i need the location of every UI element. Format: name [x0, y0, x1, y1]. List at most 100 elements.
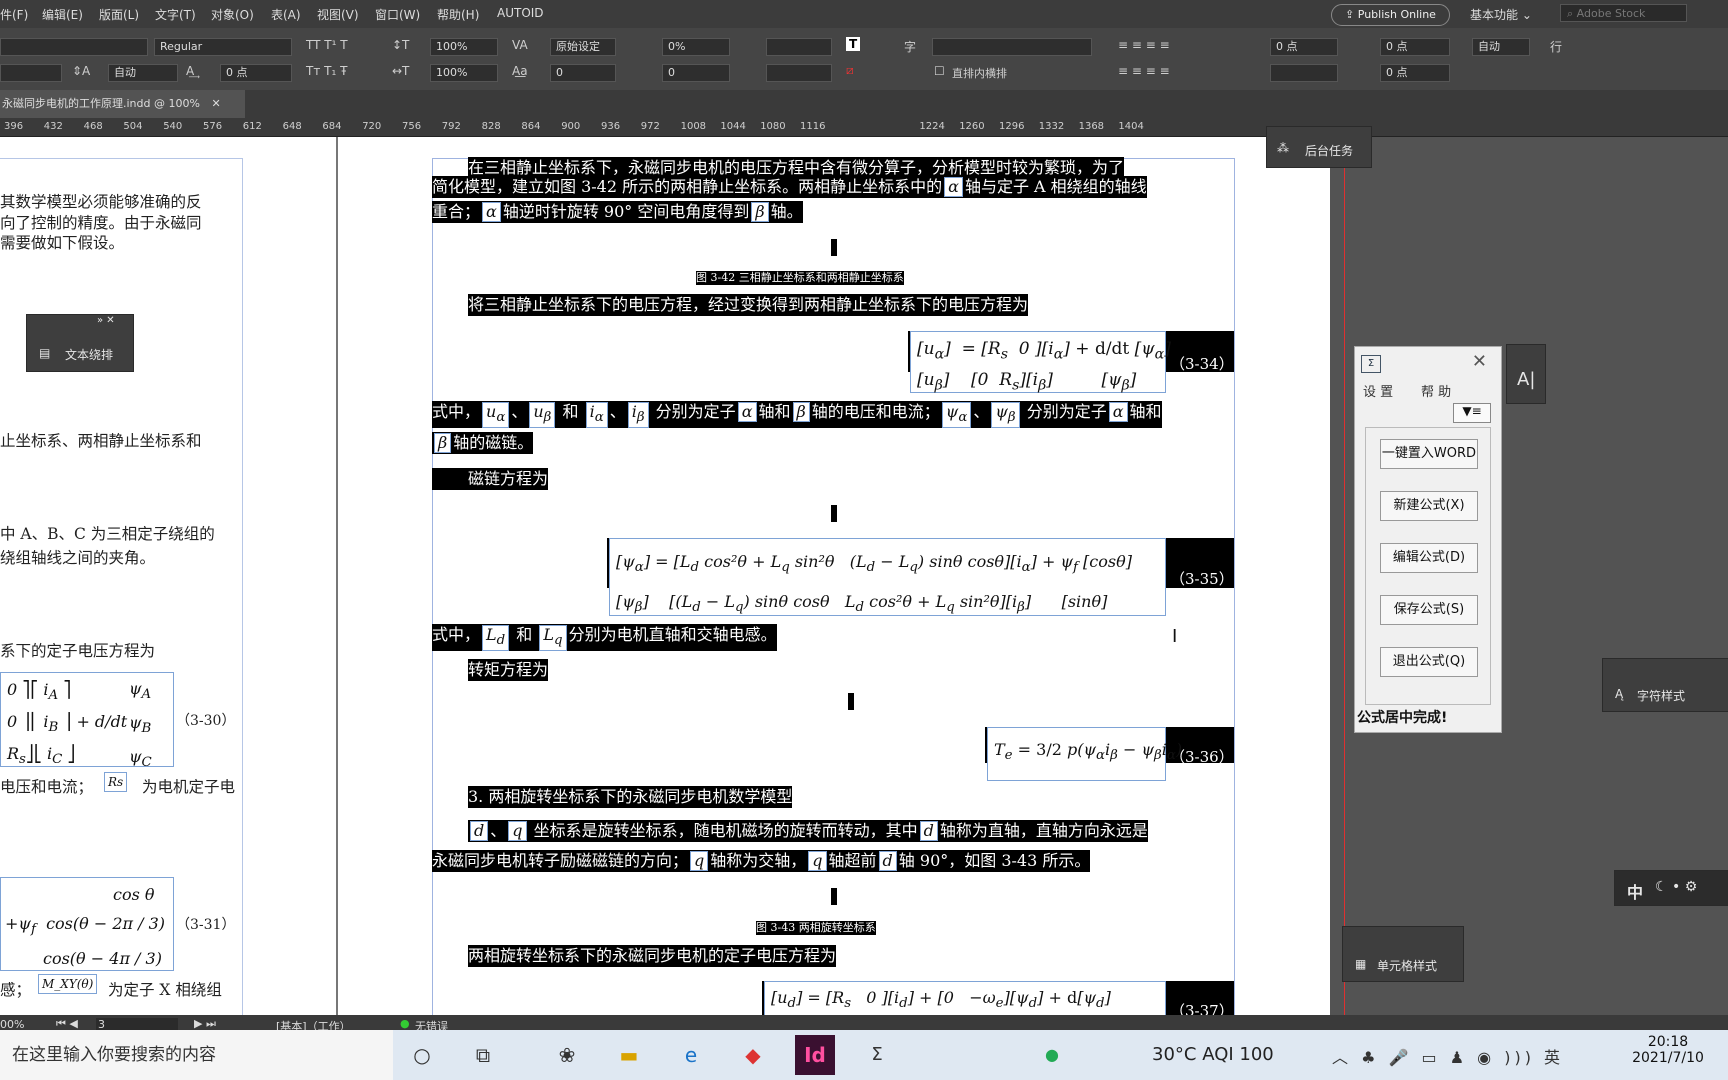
cell-styles-panel[interactable]: ▦ 单元格样式	[1342, 926, 1464, 982]
u-alpha-symbol[interactable]: uα	[482, 402, 510, 429]
new-formula-button[interactable]: 新建公式(X)	[1380, 491, 1478, 521]
background-tasks-panel[interactable]: ⁂ 后台任务	[1266, 126, 1372, 168]
tracking-field[interactable]: 0%	[662, 38, 730, 56]
menu-file[interactable]: 件(F)	[0, 6, 28, 23]
tracking-pt-field[interactable]: 0 点	[220, 64, 292, 82]
character-styles-panel[interactable]: Ą 字符样式	[1602, 658, 1728, 712]
text-fill-icon[interactable]: T	[846, 37, 861, 51]
app-icon[interactable]: ◆	[733, 1035, 773, 1075]
mxy-symbol[interactable]: M_XY(θ)	[38, 974, 98, 994]
equation-3-30-object[interactable]: 0 ⎤⎡ iA ⎤ 0 ⎥⎢ iB ⎥ + d/dt Rs⎦⎣ iC ⎦ ψA ψB ψ…	[0, 672, 174, 771]
baseline-field[interactable]: 0	[550, 64, 616, 82]
edit-formula-button[interactable]: 编辑公式(D)	[1380, 543, 1478, 573]
grid-leading-field[interactable]: 自动	[1472, 38, 1530, 56]
u-beta-symbol[interactable]: uβ	[529, 402, 556, 429]
ld-symbol[interactable]: Ld	[482, 625, 510, 652]
justify-icon[interactable]: ≡ ≡ ≡ ≡	[1118, 64, 1170, 78]
weather-indicator[interactable]: 30°C AQI 100	[1152, 1030, 1274, 1080]
menu-settings[interactable]: 设 置	[1363, 381, 1393, 400]
menu-layout[interactable]: 版面(L)	[99, 6, 139, 23]
menu-help[interactable]: 帮 助	[1421, 381, 1451, 400]
indesign-icon[interactable]: Id	[795, 1035, 835, 1075]
q-symbol[interactable]: q	[508, 821, 527, 841]
vertical-scale-field[interactable]: 100%	[430, 38, 498, 56]
menu-object[interactable]: 对象(O)	[211, 6, 254, 23]
d-symbol[interactable]: d	[878, 851, 897, 871]
app-swirl-icon[interactable]: ❀	[547, 1035, 587, 1075]
file-explorer-icon[interactable]: ▬	[609, 1035, 649, 1075]
close-icon[interactable]: ✕	[1472, 351, 1487, 372]
equation-3-36-object[interactable]: Te = 3/2 p(ψαiβ − ψβiα)	[987, 727, 1182, 781]
insert-word-button[interactable]: 一键置入WORD	[1380, 439, 1478, 469]
save-formula-button[interactable]: 保存公式(S)	[1380, 595, 1478, 625]
task-view-icon[interactable]: ⧉	[463, 1035, 503, 1075]
menu-window[interactable]: 窗口(W)	[375, 6, 420, 23]
app-tray-icon[interactable]: ●	[1032, 1035, 1072, 1075]
equation-3-37-object[interactable]: [ud] = [Rs 0 ][id] + [0 −ωe][ψd] + d[ψd]	[764, 981, 1166, 1016]
d-symbol[interactable]: d	[470, 821, 489, 841]
dropdown-toggle-icon[interactable]: ▼≡	[1453, 403, 1491, 423]
stroke-none-icon[interactable]: ⧄	[846, 63, 854, 78]
space-after-field[interactable]: 0 点	[1380, 64, 1450, 82]
edge-icon[interactable]: e	[671, 1035, 711, 1075]
equation-3-34-object[interactable]: [uα] = [Rs 0 ][iα] + d/dt [ψα] [uβ] [0 Rs…	[910, 331, 1171, 394]
formula-app-icon[interactable]: Σ	[857, 1035, 897, 1075]
space-before-field[interactable]	[1270, 64, 1338, 82]
indent-left-field[interactable]: 0 点	[1270, 38, 1338, 56]
kerning-field[interactable]: 原始设定	[550, 38, 616, 56]
taskbar-search[interactable]: 在这里输入你要搜索的内容	[0, 1030, 393, 1080]
prev-page-icon[interactable]: ⏮ ◀	[56, 1017, 78, 1031]
character-style-field[interactable]	[766, 64, 832, 82]
adobe-stock-search[interactable]: ⌕ Adobe Stock	[1560, 4, 1687, 22]
i-beta-symbol[interactable]: iβ	[627, 402, 649, 429]
cortana-icon[interactable]: ○	[402, 1035, 442, 1075]
menu-type[interactable]: 文字(T)	[155, 6, 196, 23]
alpha-symbol[interactable]: α	[737, 402, 757, 422]
skew-field[interactable]: 0	[662, 64, 730, 82]
align-left-icon[interactable]: ≡ ≡ ≡ ≡	[1118, 38, 1170, 52]
equation-3-31-object[interactable]: cos θ +ψf cos(θ − 2π / 3) cos(θ − 4π / 3)	[0, 877, 174, 971]
small-caps-icon[interactable]: Tт T₁ Ŧ	[306, 64, 347, 78]
font-family-field[interactable]	[0, 38, 148, 56]
rs-symbol[interactable]: Rs	[104, 772, 128, 792]
publish-online-button[interactable]: ⇪ Publish Online	[1331, 4, 1450, 26]
beta-symbol[interactable]: β	[434, 433, 452, 453]
vertical-option-checkbox[interactable]: ☐	[934, 64, 945, 78]
i-alpha-symbol[interactable]: iα	[585, 402, 608, 429]
language-field[interactable]	[932, 38, 1092, 56]
alpha-symbol[interactable]: α	[482, 202, 501, 222]
menu-edit[interactable]: 编辑(E)	[42, 6, 83, 23]
psi-alpha-symbol[interactable]: ψα	[941, 402, 972, 429]
ime-toolbar[interactable]: 中 ☾ • ⚙	[1614, 870, 1728, 906]
font-style-field[interactable]: Regular	[154, 38, 292, 56]
horizontal-ruler[interactable]: 396 432 468 504 540 576 612 648 684 720 756 792 828 8…	[0, 120, 1728, 137]
alpha-symbol[interactable]: α	[944, 177, 963, 197]
document-tab[interactable]: 永磁同步电机的工作原理.indd @ 100% ✕	[0, 90, 245, 118]
horizontal-scale-field[interactable]: 100%	[430, 64, 498, 82]
psi-beta-symbol[interactable]: ψβ	[991, 402, 1020, 429]
all-caps-icon[interactable]: TT T¹ T	[306, 38, 348, 52]
q-symbol[interactable]: q	[808, 851, 827, 871]
menu-autoid[interactable]: AUTOID	[497, 6, 544, 20]
next-page-icon[interactable]: ▶ ⏭	[194, 1017, 216, 1031]
close-icon[interactable]: ✕	[211, 97, 220, 110]
q-symbol[interactable]: q	[690, 851, 709, 871]
d-symbol[interactable]: d	[919, 821, 938, 841]
clock[interactable]: 20:18 2021/7/10	[1626, 1034, 1710, 1066]
system-tray-icons[interactable]: ︿ ♣ 🎤 ▭ ♟ ◉ ))) 英	[1332, 1044, 1564, 1068]
moon-icon[interactable]: ☾ • ⚙	[1655, 879, 1697, 895]
beta-symbol[interactable]: β	[751, 202, 769, 222]
paragraph-style-field[interactable]	[766, 38, 832, 56]
equation-3-35-object[interactable]: [ψα] = [Ld cos²θ + Lq sin²θ (Ld − Lq) si…	[609, 538, 1166, 616]
indent-right-field[interactable]: 0 点	[1380, 38, 1450, 56]
font-size-field[interactable]	[0, 64, 62, 82]
menu-help[interactable]: 帮助(H)	[437, 6, 479, 23]
workspace-switcher[interactable]: 基本功能 ⌄	[1470, 6, 1532, 23]
alpha-symbol[interactable]: α	[1108, 402, 1128, 422]
text-wrap-panel[interactable]: » ✕ ▤ 文本绕排	[26, 314, 134, 372]
beta-symbol[interactable]: β	[792, 402, 810, 422]
exit-formula-button[interactable]: 退出公式(Q)	[1380, 647, 1478, 677]
lq-symbol[interactable]: Lq	[539, 625, 567, 652]
ai-panel[interactable]: A|	[1506, 344, 1546, 404]
menu-view[interactable]: 视图(V)	[317, 6, 359, 23]
